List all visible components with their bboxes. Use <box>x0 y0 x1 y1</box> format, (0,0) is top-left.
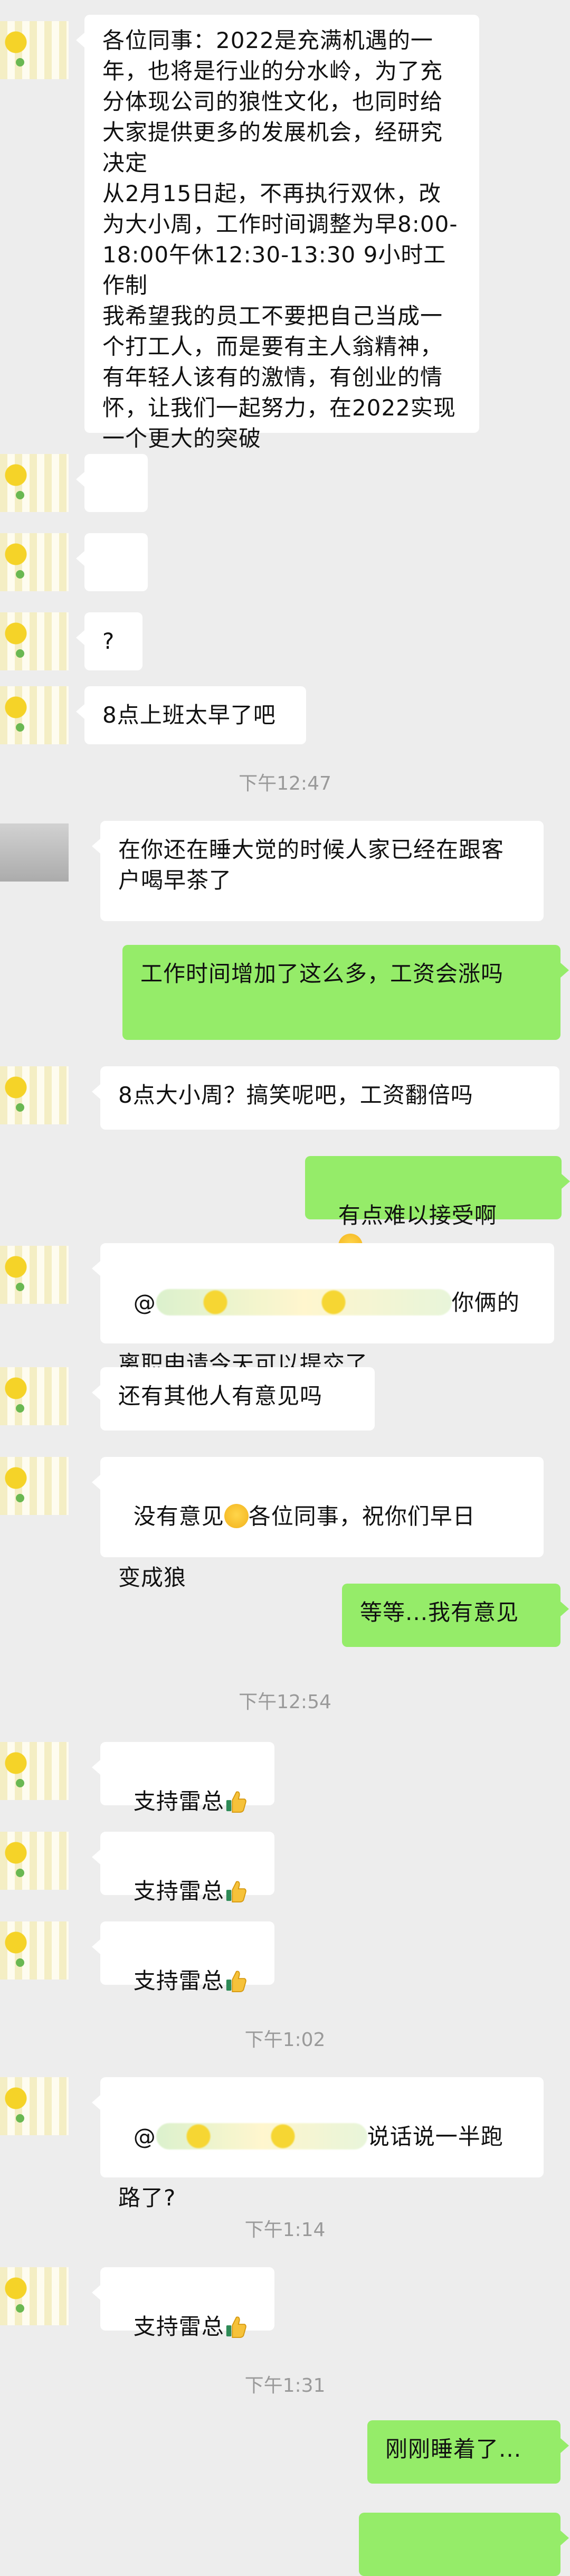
member-avatar[interactable] <box>0 533 69 591</box>
question-message[interactable]: ? <box>76 612 142 670</box>
chat-message[interactable]: 支持雷总 <box>92 1921 274 1994</box>
mention-message[interactable]: @ 你俩的 离职申请今天可以提交了 <box>92 1243 554 1377</box>
message-text: 有点难以接受啊 <box>338 1202 497 1228</box>
message-text: 支持雷总 <box>133 1968 224 1994</box>
chat-message[interactable]: 8点上班太早了吧 <box>76 686 306 744</box>
chat-message[interactable]: 支持雷总 <box>92 1832 274 1904</box>
message-text: 支持雷总 <box>133 2314 224 2340</box>
sender-avatar[interactable] <box>0 21 69 79</box>
thumbs-up-message[interactable] <box>76 533 148 637</box>
boss-avatar[interactable] <box>0 1457 69 1515</box>
chat-message[interactable]: 8点大小周？搞笑呢吧，工资翻倍吗 <box>92 1066 559 1130</box>
mention-at: @ <box>133 1290 156 1315</box>
chat-message[interactable]: 没有意见 各位同事，祝你们早日 变成狼 <box>92 1457 544 1590</box>
message-text: 你俩的 <box>451 1290 520 1315</box>
member-avatar[interactable] <box>0 454 69 512</box>
member-avatar[interactable] <box>0 2077 69 2135</box>
chat-message[interactable]: 在你还在睡大觉的时候人家已经在跟客户喝早茶了 <box>92 821 544 921</box>
member-avatar[interactable] <box>0 2267 69 2325</box>
thumbs-up-message[interactable] <box>76 454 148 558</box>
wechat-group-chat: { "messages": { "m1": "各位同事：2022是充满机遇的一年… <box>0 0 570 2576</box>
announcement-message[interactable]: 各位同事：2022是充满机遇的一年，也将是行业的分水岭，为了充分体现公司的狼性文… <box>76 15 479 451</box>
message-text: 支持雷总 <box>133 1788 224 1814</box>
mention-name-redacted <box>156 2123 367 2149</box>
timestamp: 下午12:47 <box>239 773 331 794</box>
timestamp: 下午1:02 <box>244 2029 326 2051</box>
boss-avatar[interactable] <box>0 823 69 882</box>
my-message[interactable]: 工作时间增加了这么多，工资会涨吗 <box>122 945 569 1040</box>
thumbs-up-icon <box>225 1791 246 1813</box>
mention-names-redacted <box>156 1289 452 1315</box>
mention-message[interactable]: @ 说话说一半跑 路了? <box>92 2077 544 2211</box>
message-text: 各位同事，祝你们早日 <box>248 1503 476 1529</box>
member-avatar[interactable] <box>0 1921 69 1980</box>
mention-at: @ <box>133 2124 156 2149</box>
thumbs-up-icon <box>225 1971 246 1993</box>
timestamp: 下午1:14 <box>244 2219 326 2241</box>
thumbs-up-icon <box>225 2316 246 2338</box>
my-message[interactable]: 等等...我有意见 <box>342 1584 569 1647</box>
message-text: 路了? <box>118 2185 176 2211</box>
member-avatar[interactable] <box>0 1832 69 1890</box>
boss-avatar[interactable] <box>0 1367 69 1425</box>
chat-message[interactable]: 还有其他人有意见吗 <box>92 1367 375 1431</box>
member-avatar[interactable] <box>0 686 69 744</box>
member-avatar[interactable] <box>0 1742 69 1800</box>
message-text: 说话说一半跑 <box>367 2124 504 2149</box>
member-avatar[interactable] <box>0 1246 69 1304</box>
thumbs-up-icon <box>225 1881 246 1903</box>
message-text: 支持雷总 <box>133 1878 224 1904</box>
my-message[interactable]: 刚刚睡着了... <box>367 2420 569 2484</box>
member-avatar[interactable] <box>0 612 69 670</box>
timestamp: 下午12:54 <box>239 1691 331 1713</box>
timestamp: 下午1:31 <box>244 2375 326 2397</box>
smile-icon <box>224 1504 249 1528</box>
member-avatar[interactable] <box>0 1066 69 1124</box>
message-text: 没有意见 <box>133 1503 224 1529</box>
my-message-partial[interactable] <box>359 2513 569 2576</box>
chat-message[interactable]: 支持雷总 <box>92 2267 274 2340</box>
my-message[interactable]: 有点难以接受啊 <box>305 1156 570 1258</box>
chat-message[interactable]: 支持雷总 <box>92 1742 274 1814</box>
